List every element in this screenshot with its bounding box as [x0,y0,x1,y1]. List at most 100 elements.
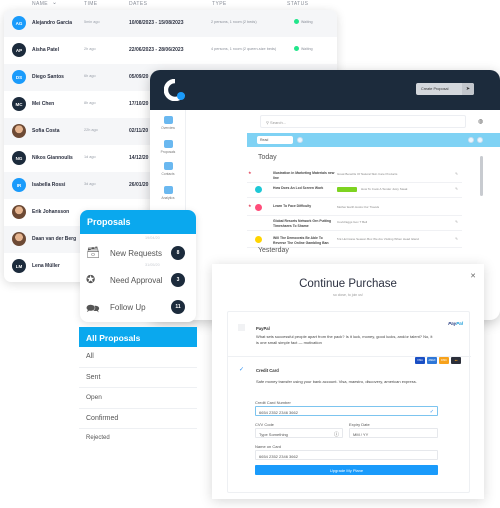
paypal-option[interactable]: PayPal PayPal What sets successful peopl… [228,312,471,357]
filter-info-icon[interactable] [297,137,303,143]
col-dates[interactable]: DATES [129,1,147,7]
modal-title: Continue Purchase [299,278,397,290]
time-ago: 1d ago [84,155,96,159]
scrollbar[interactable] [480,156,483,196]
time-ago: 5min ago [84,20,100,24]
paypal-title: PayPal [256,326,270,331]
sidebar-label: Overview [161,126,175,130]
app-logo-icon [164,79,186,101]
time-ago: 3d ago [84,182,96,186]
proposals-title: Proposals [80,210,196,234]
cvv-input[interactable]: Type Something ⓘ [255,428,343,438]
avatar: IR [12,178,26,192]
edit-icon[interactable]: ✎ [455,172,458,176]
yesterday-heading: Yesterday [258,247,289,254]
guest-name: Diego Santos [32,74,64,80]
label-dot-icon [255,236,262,243]
feed-item-title: Learn To Face Difficulty [273,204,312,208]
search-input[interactable]: ⚲ Search... [260,115,466,128]
filter-value: Read [260,138,269,142]
feed-item[interactable]: Will The Democrats Be Able To Reverse Th… [247,233,462,248]
sidebar-label: Proposals [160,150,176,154]
feed-item[interactable]: How Does An Lcd Screen Work How To Cook A… [247,183,462,198]
feed-item-title: Global Resorts Network Grn Putting Times… [273,219,332,228]
avatar: AG [12,16,26,30]
star-icon[interactable]: ★ [248,170,252,175]
feed-item-description: Mother Earth Hosts Our Travels [337,205,380,209]
paypal-checkbox[interactable] [238,324,245,331]
item-label: Need Approval [110,276,163,285]
filter-rejected[interactable]: Rejected [79,429,197,450]
info-icon: ⓘ [333,431,339,438]
guest-name: Aisha Patel [32,47,59,53]
filter-select[interactable]: Read [257,136,293,144]
card-number-input[interactable]: 6654 2352 2346 3662 ✓ [255,406,438,416]
feed-item[interactable]: ★ Learn To Face Difficulty Mother Earth Ho… [247,201,462,216]
status-dot-icon [294,19,299,24]
date-range: 05/09/20 [129,73,149,80]
edit-icon[interactable]: ✎ [455,187,458,191]
col-type[interactable]: TYPE [212,1,227,7]
guest-name: Isabella Rossi [32,182,66,188]
chevron-down-icon[interactable]: ⌄ [52,0,57,6]
valid-check-icon: ✓ [429,408,434,415]
name-on-card-value: 6654 2352 2346 3662 [259,453,298,459]
expiry-input[interactable]: MM / YY [349,428,438,438]
paypal-logo: PayPal [448,321,463,326]
count-badge: 3 [171,273,185,287]
sidebar-item-proposals[interactable]: Proposals [150,140,186,154]
sidebar-item-overview[interactable]: Overview [150,116,186,130]
cvv-placeholder: Type Something [259,431,288,437]
badge-check-icon: ✪ [86,274,96,286]
time-ago: 8h ago [84,101,96,105]
date-range: 02/11/20 [129,127,149,134]
label-dot-icon [255,186,262,193]
feed-item[interactable]: Global Resorts Network Grn Putting Times… [247,216,462,231]
filter-open[interactable]: Open [79,388,197,409]
status-badge: Waiting [294,19,313,24]
avatar [12,232,26,246]
create-proposal-button[interactable]: Create Proposal ➤ [416,83,474,95]
col-time[interactable]: TIME [84,1,98,7]
notification-icon[interactable]: ◍ [478,118,483,125]
filter-sent[interactable]: Sent [79,368,197,388]
next-page-icon[interactable] [477,137,483,143]
credit-card-check-icon[interactable]: ✓ [239,366,244,373]
star-icon[interactable]: ★ [248,203,252,208]
proposal-item-need-approval[interactable]: ✪ Need Approval 3 [80,267,196,295]
col-name[interactable]: NAME [32,1,48,7]
send-icon: ➤ [462,83,474,95]
table-header: NAME ⌄ TIME DATES TYPE STATUS [0,0,340,10]
avatar: MC [12,97,26,111]
feed-item-title: How Does An Lcd Screen Work [273,186,324,190]
time-ago: 22h ago [84,128,98,132]
sidebar-item-contacts[interactable]: Contacts [150,162,186,176]
expiry-placeholder: MM / YY [353,431,369,437]
table-row[interactable]: AP Aisha Patel 2h ago 22/06/2023 - 28/06/20… [4,37,337,64]
filter-all[interactable]: All [79,347,197,368]
date-range: 17/10/20 [129,100,149,107]
status-dot-icon [294,46,299,51]
name-on-card-input[interactable]: 6654 2352 2346 3662 [255,450,438,460]
feed-item[interactable]: ★ Illustration in Marketing Materials new… [247,168,462,183]
search-placeholder: Search... [270,120,287,125]
guest-name: Alejandro Garcia [32,20,73,26]
sidebar-item-analytics[interactable]: Analytics [150,186,186,200]
chat-bubbles-icon: 🗪 [86,303,100,315]
prev-page-icon[interactable] [468,137,474,143]
upgrade-button[interactable]: Upgrade My Plane [255,465,438,475]
feed-item-title: Illustration in Marketing Materials new … [273,171,335,180]
filter-confirmed[interactable]: Confirmed [79,409,197,429]
app-header: Create Proposal ➤ [150,70,500,110]
edit-icon[interactable]: ✎ [455,220,458,224]
proposal-item-follow-up[interactable]: 🗪 Follow Up 11 [80,294,196,322]
table-row[interactable]: AG Alejandro Garcia 5min ago 10/08/2023 - 1… [4,10,337,37]
edit-icon[interactable]: ✎ [455,237,458,241]
proposal-item-new-requests[interactable]: 🗃 New Requests 8 [80,240,196,268]
room-type: 2 persons, 1 room (2 beds) [211,20,257,24]
mastercard-icon: ●● [451,357,461,364]
visa-icon: VISA [415,357,425,364]
col-status[interactable]: STATUS [287,1,308,7]
paypal-logo-b: Pal [456,321,463,326]
status-badge: Waiting [294,46,313,51]
